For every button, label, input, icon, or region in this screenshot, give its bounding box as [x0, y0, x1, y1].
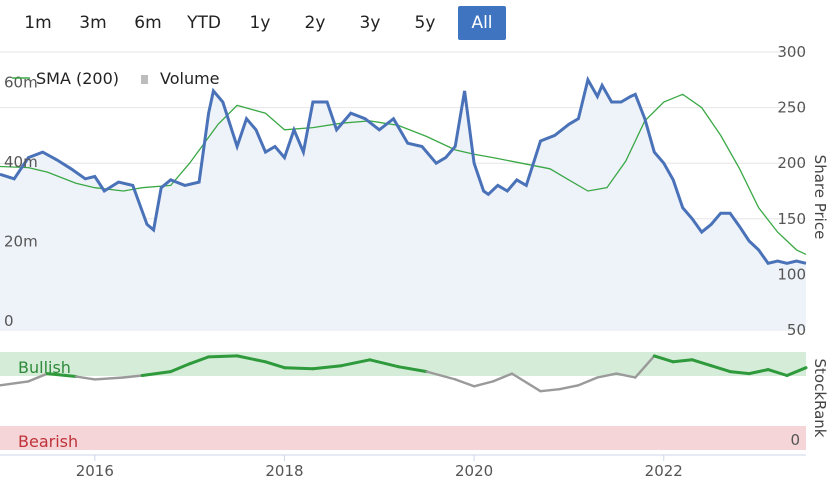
stockrank-segment — [728, 370, 751, 376]
stockrank-axis-title: StockRank — [811, 359, 829, 438]
price-axis-title: Share Price — [811, 155, 829, 240]
stockrank-zero-tick: 0 — [790, 431, 800, 449]
x-tick-label: 2022 — [645, 462, 683, 477]
price-tick-label: 300 — [777, 43, 806, 61]
stockrank-segment — [577, 376, 599, 387]
x-tick-label: 2018 — [265, 462, 303, 477]
stockrank-segment — [283, 366, 315, 371]
x-tick-label: 2016 — [76, 462, 114, 477]
stockrank-segment — [454, 378, 476, 388]
stockrank-segment — [74, 375, 97, 381]
price-tick-label: 50 — [787, 321, 806, 339]
legend-sma-label: SMA (200) — [36, 69, 119, 88]
volume-tick-label: 40m — [4, 153, 38, 171]
stockrank-segment — [93, 376, 125, 381]
bearish-band — [0, 426, 806, 450]
volume-tick-label: 60m — [4, 74, 38, 92]
stockrank-segment — [510, 372, 542, 393]
price-tick-label: 100 — [777, 265, 806, 283]
x-axis-ticks: 2016 2018 2020 2022 — [76, 455, 683, 477]
stockrank-segment — [539, 388, 561, 393]
bearish-label: Bearish — [18, 432, 78, 451]
stockrank-segment — [671, 358, 694, 364]
share-price-chart: 300 250 200 150 100 50 60m 40m 20m 0 SMA (200) V… — [0, 43, 829, 477]
stockrank-segment — [207, 354, 239, 359]
legend-volume-label: Volume — [160, 69, 220, 88]
volume-tick-label: 20m — [4, 233, 38, 251]
legend-volume-swatch — [141, 75, 148, 84]
bullish-band — [0, 352, 806, 376]
stockrank-segment — [0, 380, 30, 387]
x-tick-label: 2020 — [455, 462, 493, 477]
price-tick-label: 200 — [777, 154, 806, 172]
legend: SMA (200) Volume — [12, 69, 220, 88]
price-tick-label: 250 — [777, 99, 806, 117]
price-tick-label: 150 — [777, 210, 806, 228]
stockrank-segment — [558, 384, 580, 391]
stockrank-segment — [472, 380, 495, 388]
volume-tick-label: 0 — [4, 312, 14, 330]
